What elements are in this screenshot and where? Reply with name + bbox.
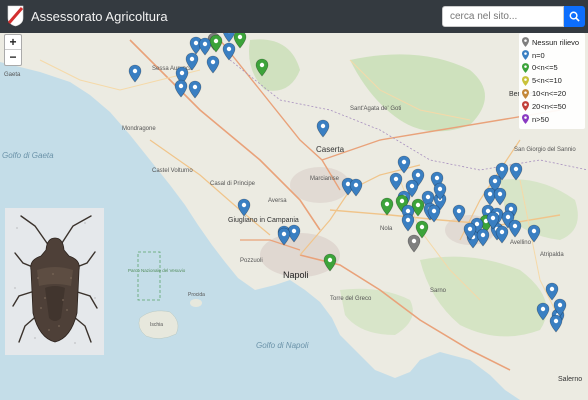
- legend-label: 0<n<=5: [532, 63, 558, 73]
- legend-item: n=0: [522, 49, 582, 62]
- place-label-pozzuoli: Pozzuoli: [240, 258, 263, 264]
- place-label-golfo-gaeta: Golfo di Gaeta: [2, 151, 54, 160]
- urban-area: [290, 167, 350, 203]
- place-label-nola: Nola: [380, 226, 393, 232]
- place-label-avellino: Avellino: [510, 240, 532, 246]
- search-button[interactable]: [564, 6, 585, 27]
- legend-label: 10<n<=20: [532, 89, 566, 99]
- zoom-in-button[interactable]: +: [5, 35, 21, 50]
- map-marker-icon: [522, 101, 529, 112]
- map-marker-icon: [522, 75, 529, 86]
- procida-island: [190, 299, 202, 307]
- legend-label: 5<n<=10: [532, 76, 562, 86]
- place-label-gaeta: Gaeta: [4, 72, 21, 78]
- zoom-control: + −: [4, 34, 22, 66]
- place-label-sant-agata: Sant'Agata de' Goti: [350, 106, 401, 112]
- legend-label: Nessun rilievo: [532, 37, 580, 47]
- top-navbar: Assessorato Agricoltura: [0, 0, 588, 33]
- map-marker-icon: [522, 63, 529, 73]
- search-input[interactable]: [442, 6, 564, 27]
- place-label-torre-greco: Torre del Greco: [330, 296, 372, 302]
- legend-item: 10<n<=20: [522, 87, 582, 100]
- legend-item: 20<n<=50: [522, 100, 582, 113]
- place-label-salerno: Salerno: [558, 376, 582, 383]
- place-label-napoli: Napoli: [283, 270, 309, 280]
- place-label-ischia: Ischia: [150, 322, 163, 328]
- map-legend: Nessun rilievo n=0 0<n<=5 5<n<=10 10<n<=20 20…: [519, 33, 585, 129]
- place-label-sarno: Sarno: [430, 288, 447, 294]
- place-label-mondragone: Mondragone: [122, 126, 156, 132]
- legend-label: n>50: [532, 114, 549, 124]
- map-marker-icon: [522, 50, 529, 61]
- legend-item: n>50: [522, 113, 582, 126]
- place-label-parco-vesuvio: Parco Nazionale del Vesuvio: [128, 268, 186, 273]
- place-label-marcianise: Marcianise: [310, 176, 340, 182]
- place-label-aversa: Aversa: [268, 198, 287, 204]
- place-label-giugliano: Giugliano in Campania: [228, 217, 299, 224]
- map-marker-icon: [522, 88, 529, 99]
- map-marker-icon: [522, 114, 529, 125]
- legend-item: 0<n<=5: [522, 62, 582, 75]
- legend-label: n=0: [532, 50, 545, 60]
- place-label-atripalda: Atripalda: [540, 252, 564, 258]
- legend-item: 5<n<=10: [522, 74, 582, 87]
- legend-item: Nessun rilievo: [522, 36, 582, 49]
- legend-label: 20<n<=50: [532, 101, 566, 111]
- place-label-casal-di-principe: Casal di Principe: [210, 181, 256, 187]
- map-marker-icon: [522, 37, 529, 48]
- zoom-out-button[interactable]: −: [5, 50, 21, 65]
- place-label-procida: Procida: [188, 292, 205, 298]
- regione-campania-logo[interactable]: [7, 5, 24, 27]
- place-label-san-giorgio: San Giorgio del Sannio: [514, 147, 576, 153]
- stink-bug-photo: [5, 208, 104, 355]
- site-title[interactable]: Assessorato Agricoltura: [31, 9, 168, 24]
- place-label-golfo-napoli: Golfo di Napoli: [256, 341, 309, 350]
- search-icon: [569, 11, 580, 22]
- place-label-castel-volturno: Castel Volturno: [152, 168, 193, 174]
- place-label-caserta: Caserta: [316, 145, 345, 154]
